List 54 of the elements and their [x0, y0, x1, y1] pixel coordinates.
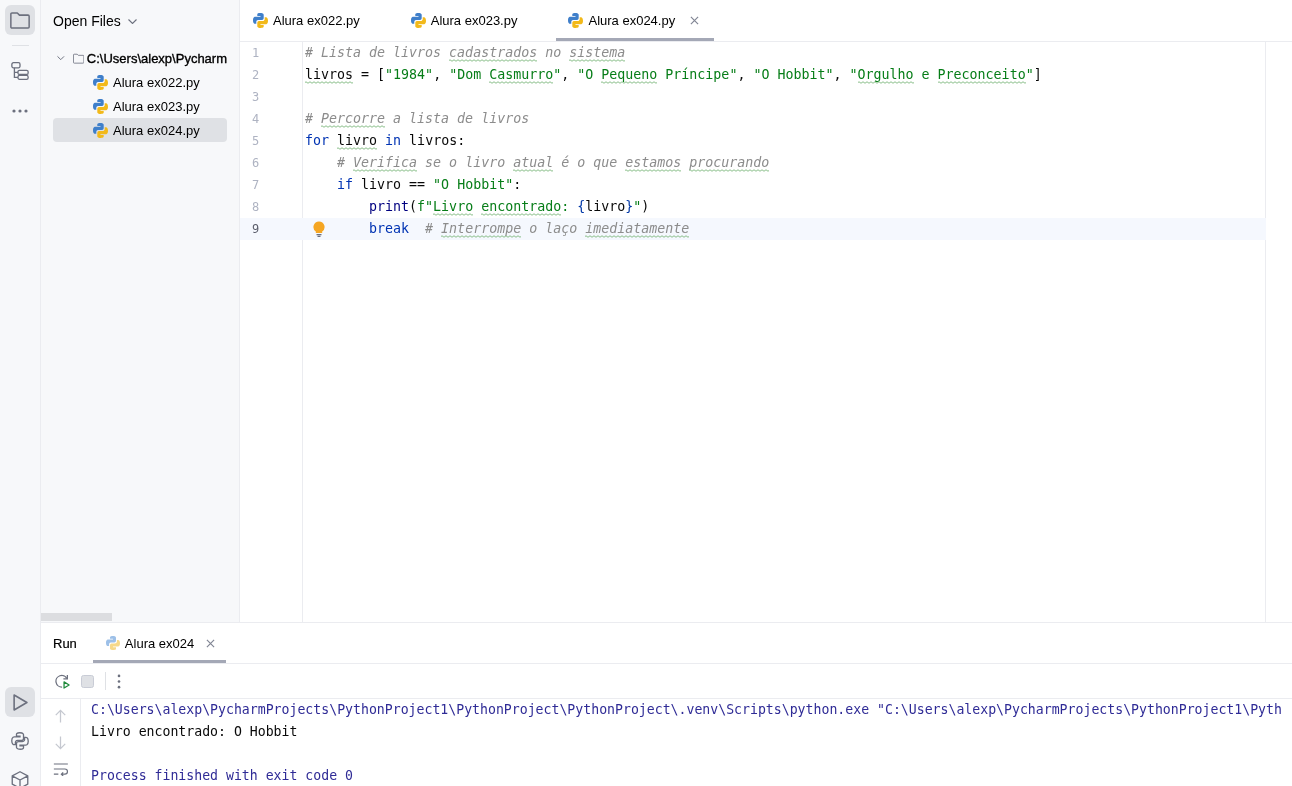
line-number: 1	[252, 45, 260, 62]
cube-icon	[11, 771, 29, 786]
lightbulb-icon[interactable]	[313, 221, 325, 237]
close-icon[interactable]	[206, 638, 216, 648]
view-dropdown[interactable]: Open Files	[53, 13, 137, 29]
python-icon	[11, 732, 29, 750]
chevron-down-icon[interactable]	[57, 55, 65, 61]
line-number: 2	[252, 67, 260, 84]
editor-tab[interactable]: Alura ex023.py	[398, 0, 557, 41]
play-icon	[12, 693, 28, 711]
line-number: 3	[252, 89, 260, 106]
code-line: break # Interrompe o laço imediatamente	[369, 220, 690, 238]
line-number: 8	[252, 199, 260, 216]
rerun-icon[interactable]	[55, 673, 70, 689]
tree-item[interactable]: Alura ex022.py	[53, 70, 227, 94]
panel-title: Run	[53, 635, 77, 651]
console-line: Process finished with exit code 0	[91, 767, 354, 785]
run-tab[interactable]: Alura ex024	[92, 623, 227, 663]
line-number: 4	[252, 111, 260, 128]
folder-icon	[10, 11, 30, 29]
tree-item[interactable]: Alura ex023.py	[53, 94, 227, 118]
python-icon	[93, 122, 108, 138]
code-line: livros = ["1984", "Dom Casmurro", "O Pequeno Príncipe", "O Hobbit", "Orgulho e Preconceito"]	[305, 66, 1042, 84]
python-icon	[93, 74, 108, 90]
folder-icon	[72, 51, 84, 65]
horizontal-scrollbar-thumb[interactable]	[41, 613, 112, 621]
more-icon	[12, 109, 28, 113]
close-icon[interactable]	[690, 16, 700, 25]
tree-item[interactable]: Alura ex024.py	[53, 118, 227, 142]
tool-window-button[interactable]	[5, 5, 35, 35]
code-line: # Percorre a lista de livros	[305, 110, 530, 128]
code-line: print(f"Livro encontrado: {livro}")	[369, 198, 650, 216]
tool-window-button[interactable]	[5, 687, 35, 717]
soft-wrap-icon[interactable]	[52, 763, 69, 776]
python-icon	[410, 13, 426, 28]
line-number: 6	[252, 155, 260, 172]
line-number: 5	[252, 133, 260, 150]
code-line: if livro == "O Hobbit":	[337, 176, 522, 194]
python-icon	[105, 636, 120, 650]
console-line: C:\Users\alexp\PycharmProjects\PythonProject1\PythonProject\PythonProject\.venv\Scripts\python.exe "C:\Users\alexp\PycharmProjects\PythonProject1\Pyth	[91, 701, 1282, 719]
code-line: for livro in livros:	[305, 132, 466, 150]
line-number: 7	[252, 177, 260, 194]
python-icon	[253, 13, 268, 28]
code-line: # Verifica se o livro atual é o que estamos procurando	[337, 154, 770, 172]
chevron-down-icon	[127, 19, 137, 24]
python-icon	[93, 98, 108, 114]
editor-tab[interactable]: Alura ex022.py	[241, 0, 399, 41]
line-number: 9	[252, 221, 260, 238]
console-line: Livro encontrado: O Hobbit	[91, 723, 299, 741]
structure-icon	[11, 62, 29, 80]
code-line: # Lista de livros cadastrados no sistema	[305, 44, 626, 62]
tree-item[interactable]: C:\Users\alexp\Pycharm	[53, 46, 227, 70]
python-icon	[568, 13, 584, 28]
more-vertical-icon[interactable]	[117, 673, 121, 689]
